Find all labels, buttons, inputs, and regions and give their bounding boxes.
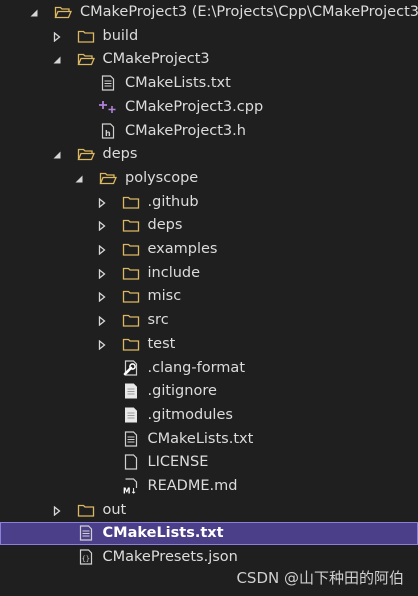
tree-item-label: include xyxy=(147,264,201,281)
tree-item-label: .gitignore xyxy=(147,383,217,400)
tree-item[interactable]: .gitignore xyxy=(0,380,418,403)
tree-item[interactable]: .clang-format xyxy=(0,357,418,380)
folder-open-icon xyxy=(77,51,95,67)
tree-item-label: README.md xyxy=(147,478,238,494)
tree-item-label: deps xyxy=(102,146,138,163)
tree-item-label: CMakeProject3.cpp xyxy=(125,98,264,115)
expanded-arrow-icon[interactable] xyxy=(73,173,85,185)
tree-item-label: examples xyxy=(147,241,218,257)
expanded-arrow-icon[interactable] xyxy=(51,54,63,66)
watermark: CSDN @山下种田的阿伯 xyxy=(236,569,404,587)
text-file-icon xyxy=(77,525,95,541)
tree-item-label: CMakeLists.txt xyxy=(125,75,231,92)
tree-item[interactable]: {} CMakePresets.json xyxy=(0,546,418,569)
tree-item[interactable]: CMakeLists.txt xyxy=(0,428,418,451)
tree-item-label: CMakeProject3.h xyxy=(125,122,246,139)
tree-item[interactable]: CMakeLists.txt xyxy=(0,72,418,95)
tree-item[interactable]: CMakeProject3 xyxy=(0,48,418,71)
collapsed-arrow-icon[interactable] xyxy=(96,244,108,256)
tree-item-label: test xyxy=(147,335,176,352)
markdown-file-icon: M↓ xyxy=(122,478,140,496)
tree-item[interactable]: build xyxy=(0,25,418,48)
folder-open-icon xyxy=(99,170,117,186)
folder-open-icon xyxy=(54,4,72,20)
tree-item[interactable]: .github xyxy=(0,191,418,214)
tree-item[interactable]: src xyxy=(0,309,418,332)
tree-item[interactable]: misc xyxy=(0,285,418,308)
expanded-arrow-icon[interactable] xyxy=(51,149,63,161)
tree-item[interactable]: LICENSE xyxy=(0,451,418,474)
tree-item-label: .gitmodules xyxy=(147,406,233,423)
wrench-file-icon xyxy=(122,359,140,376)
collapsed-arrow-icon[interactable] xyxy=(51,505,63,517)
tree-item-label: CMakePresets.json xyxy=(102,549,238,566)
tree-item[interactable]: examples xyxy=(0,238,418,261)
json-file-icon: {} xyxy=(77,549,95,565)
file-icon xyxy=(122,407,140,423)
folder-icon xyxy=(122,312,140,328)
tree-item-label: CMakeProject3 xyxy=(102,51,210,68)
tree-item-label: deps xyxy=(147,217,183,234)
folder-icon xyxy=(77,502,95,518)
expanded-arrow-icon[interactable] xyxy=(28,7,40,19)
tree-item[interactable]: CMakeProject3.cpp xyxy=(0,96,418,119)
tree-item-label: src xyxy=(147,312,169,329)
text-file-icon xyxy=(122,430,140,447)
tree-item[interactable]: deps xyxy=(0,143,418,166)
tree-item[interactable]: polyscope xyxy=(0,167,418,190)
collapsed-arrow-icon[interactable] xyxy=(96,315,108,327)
collapsed-arrow-icon[interactable] xyxy=(96,197,108,209)
folder-icon xyxy=(122,194,140,210)
svg-text:h: h xyxy=(105,129,111,138)
tree-item-label: CMakeProject3 (E:\Projects\Cpp\CMakeProj… xyxy=(80,4,418,20)
tree-item[interactable]: deps xyxy=(0,214,418,237)
tree-item[interactable]: h CMakeProject3.h xyxy=(0,120,418,143)
tree-item-label: CMakeLists.txt xyxy=(102,525,224,542)
tree-item[interactable]: .gitmodules xyxy=(0,404,418,427)
text-file-icon xyxy=(99,75,117,91)
tree-item[interactable]: CMakeLists.txt xyxy=(0,522,418,546)
tree-item-label: misc xyxy=(147,288,182,305)
collapsed-arrow-icon[interactable] xyxy=(96,268,108,280)
folder-icon xyxy=(122,265,140,281)
tree-item-label: CMakeLists.txt xyxy=(147,430,254,447)
header-file-icon: h xyxy=(99,122,117,139)
folder-open-icon xyxy=(77,146,95,162)
tree-item[interactable]: test xyxy=(0,333,418,356)
folder-icon xyxy=(122,241,140,257)
tree-item[interactable]: include xyxy=(0,262,418,285)
collapsed-arrow-icon[interactable] xyxy=(96,220,108,232)
collapsed-arrow-icon[interactable] xyxy=(96,339,108,351)
tree-item-label: polyscope xyxy=(125,169,199,186)
tree-item[interactable]: M↓ README.md xyxy=(0,475,418,498)
folder-icon xyxy=(77,28,95,44)
tree-item-label: LICENSE xyxy=(147,454,209,471)
tree-item-label: .github xyxy=(147,193,199,210)
file-icon xyxy=(122,383,140,399)
collapsed-arrow-icon[interactable] xyxy=(51,31,63,43)
tree-item-label: build xyxy=(102,27,139,44)
tree-item-label: out xyxy=(102,501,127,518)
tree-item[interactable]: out xyxy=(0,499,418,522)
svg-text:{}: {} xyxy=(81,555,89,563)
collapsed-arrow-icon[interactable] xyxy=(96,291,108,303)
folder-icon xyxy=(122,288,140,304)
svg-text:M↓: M↓ xyxy=(123,487,137,495)
folder-icon xyxy=(122,336,140,352)
tree-item[interactable]: CMakeProject3 (E:\Projects\Cpp\CMakeProj… xyxy=(0,1,418,24)
tree-item-label: .clang-format xyxy=(147,359,246,376)
blank-file-icon xyxy=(122,454,140,470)
cpp-file-icon xyxy=(99,99,117,115)
folder-icon xyxy=(122,217,140,233)
